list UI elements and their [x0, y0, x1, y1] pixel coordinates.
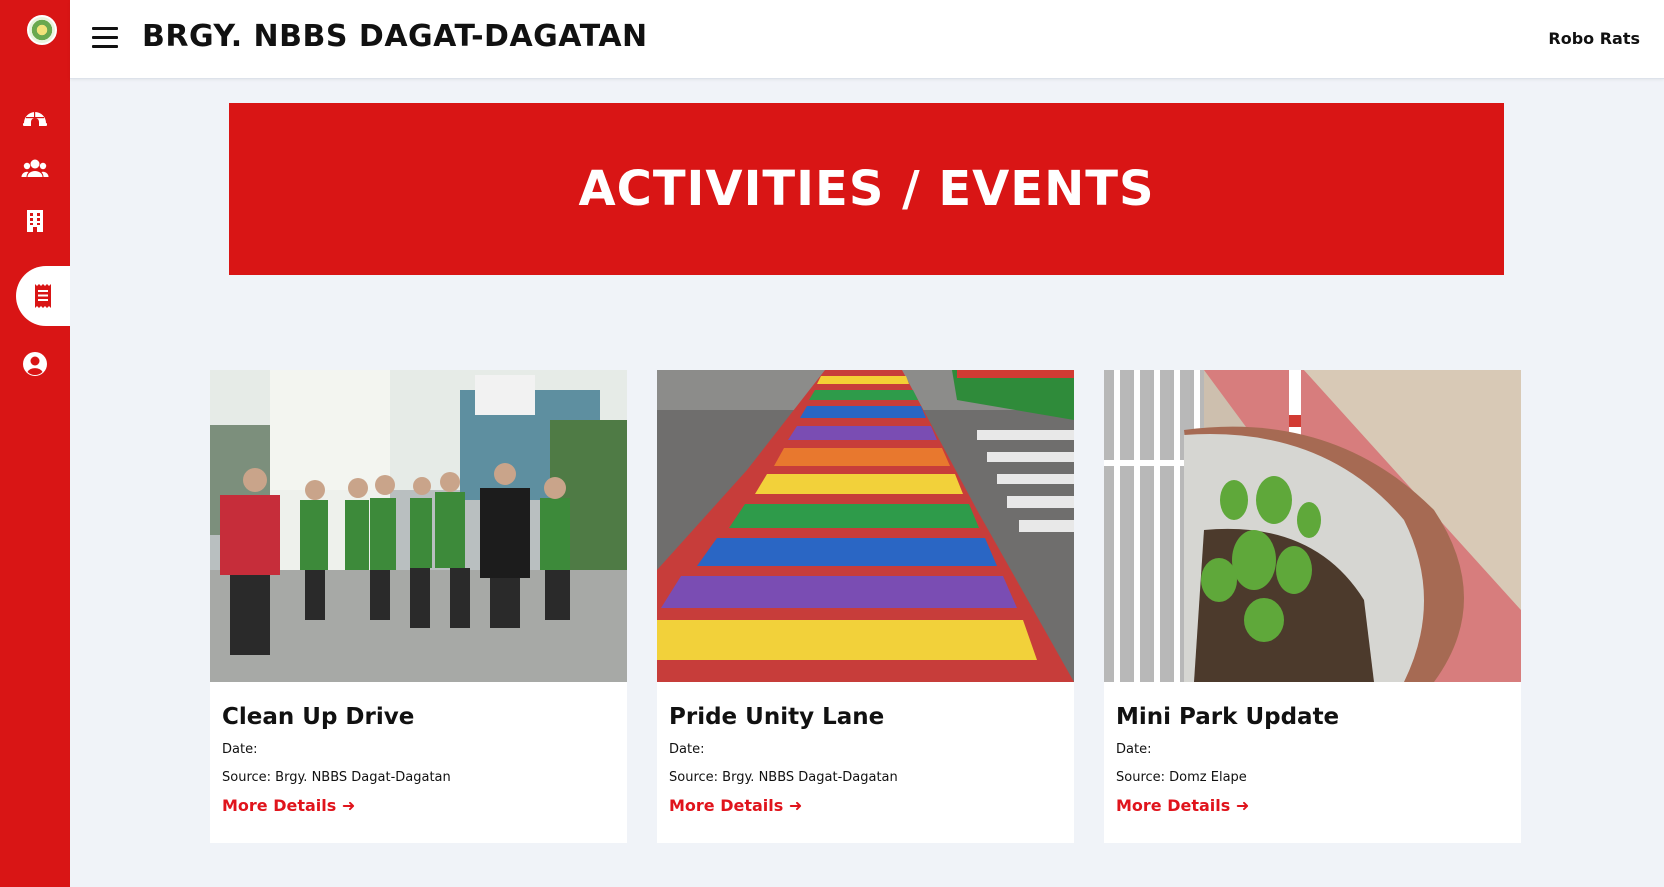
sidebar-item-establishments[interactable] [0, 195, 70, 247]
page-banner: ACTIVITIES / EVENTS [229, 103, 1504, 275]
more-details-link[interactable]: More Details ➜ [222, 796, 355, 815]
event-card: Clean Up Drive Date: Source: Brgy. NBBS … [210, 370, 627, 843]
igloo-icon [23, 112, 47, 126]
event-card: Mini Park Update Date: Source: Domz Elap… [1104, 370, 1521, 843]
top-header: BRGY. NBBS DAGAT-DAGATAN Robo Rats [70, 0, 1664, 79]
barangay-logo[interactable] [27, 15, 57, 45]
page-title: ACTIVITIES / EVENTS [578, 161, 1155, 217]
user-name[interactable]: Robo Rats [1548, 29, 1640, 48]
sidebar-item-profile[interactable] [0, 338, 70, 390]
users-icon [21, 159, 49, 177]
sidebar-item-activities[interactable] [16, 266, 70, 326]
more-details-link[interactable]: More Details ➜ [1116, 796, 1249, 815]
sidebar [0, 0, 70, 887]
event-source: Source: Brgy. NBBS Dagat-Dagatan [669, 770, 898, 785]
event-photo-mini-park [1104, 370, 1521, 682]
receipt-icon [35, 284, 51, 308]
event-date: Date: [222, 742, 258, 757]
event-date: Date: [1116, 742, 1152, 757]
user-circle-icon [23, 352, 47, 376]
hamburger-menu-icon[interactable] [92, 27, 118, 49]
event-card: Pride Unity Lane Date: Source: Brgy. NBB… [657, 370, 1074, 843]
event-source: Source: Brgy. NBBS Dagat-Dagatan [222, 770, 451, 785]
sidebar-item-dashboard[interactable] [0, 91, 70, 143]
site-title: BRGY. NBBS DAGAT-DAGATAN [142, 19, 648, 54]
more-details-link[interactable]: More Details ➜ [669, 796, 802, 815]
event-title: Mini Park Update [1116, 704, 1340, 730]
event-title: Clean Up Drive [222, 704, 415, 730]
event-date: Date: [669, 742, 705, 757]
event-photo-pride-lane [657, 370, 1074, 682]
event-photo-cleanup [210, 370, 627, 682]
sidebar-item-residents[interactable] [0, 143, 70, 195]
event-source: Source: Domz Elape [1116, 770, 1247, 785]
event-title: Pride Unity Lane [669, 704, 885, 730]
building-icon [27, 210, 43, 232]
